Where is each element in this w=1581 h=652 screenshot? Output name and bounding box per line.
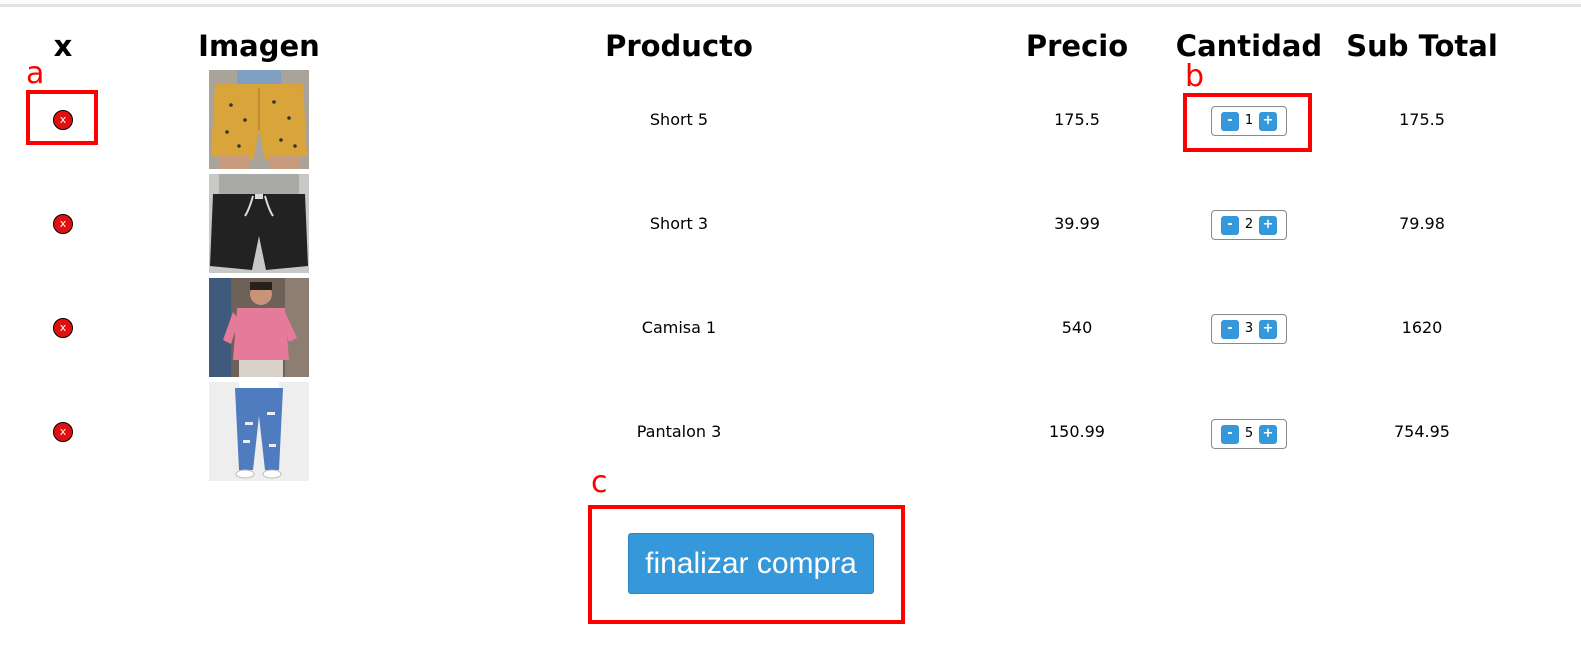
product-name: Short 3 xyxy=(649,214,709,233)
product-name: Camisa 1 xyxy=(641,318,717,337)
quantity-stepper: - 5 + xyxy=(1211,419,1287,449)
header-price: Precio xyxy=(1025,29,1129,63)
header-product: Producto xyxy=(605,29,753,63)
annotation-box-a xyxy=(26,90,98,145)
product-subtotal: 175.5 xyxy=(1399,110,1445,129)
quantity-value: 3 xyxy=(1244,321,1254,336)
quantity-increment-button[interactable]: + xyxy=(1259,425,1277,444)
pink-shirt-photo-icon xyxy=(209,278,309,377)
black-shorts-photo-icon xyxy=(209,174,309,273)
product-price: 540 xyxy=(1061,318,1093,337)
quantity-stepper: - 2 + xyxy=(1211,210,1287,240)
header-subtotal: Sub Total xyxy=(1346,29,1498,63)
remove-item-button[interactable]: x xyxy=(53,422,73,442)
remove-item-button[interactable]: x xyxy=(53,214,73,234)
annotation-label-c: c xyxy=(591,465,608,500)
quantity-value: 5 xyxy=(1244,426,1254,441)
product-subtotal: 754.95 xyxy=(1394,422,1450,441)
annotation-box-c xyxy=(588,505,905,624)
product-price: 39.99 xyxy=(1054,214,1100,233)
quantity-increment-button[interactable]: + xyxy=(1259,320,1277,339)
top-divider xyxy=(0,4,1581,7)
product-subtotal: 1620 xyxy=(1401,318,1443,337)
quantity-decrement-button[interactable]: - xyxy=(1221,320,1239,339)
quantity-decrement-button[interactable]: - xyxy=(1221,425,1239,444)
product-price: 150.99 xyxy=(1049,422,1105,441)
product-subtotal: 79.98 xyxy=(1399,214,1445,233)
annotation-label-b: b xyxy=(1185,59,1205,94)
product-name: Pantalon 3 xyxy=(636,422,722,441)
yellow-shorts-photo-icon xyxy=(209,70,309,169)
annotation-box-b xyxy=(1183,93,1312,152)
product-price: 175.5 xyxy=(1054,110,1100,129)
product-name: Short 5 xyxy=(649,110,709,129)
quantity-decrement-button[interactable]: - xyxy=(1221,216,1239,235)
quantity-increment-button[interactable]: + xyxy=(1259,216,1277,235)
remove-item-button[interactable]: x xyxy=(53,318,73,338)
header-image: Imagen xyxy=(198,29,320,63)
quantity-value: 2 xyxy=(1244,217,1254,232)
blue-jeans-photo-icon xyxy=(209,382,309,481)
annotation-label-a: a xyxy=(26,56,45,91)
quantity-stepper: - 3 + xyxy=(1211,314,1287,344)
